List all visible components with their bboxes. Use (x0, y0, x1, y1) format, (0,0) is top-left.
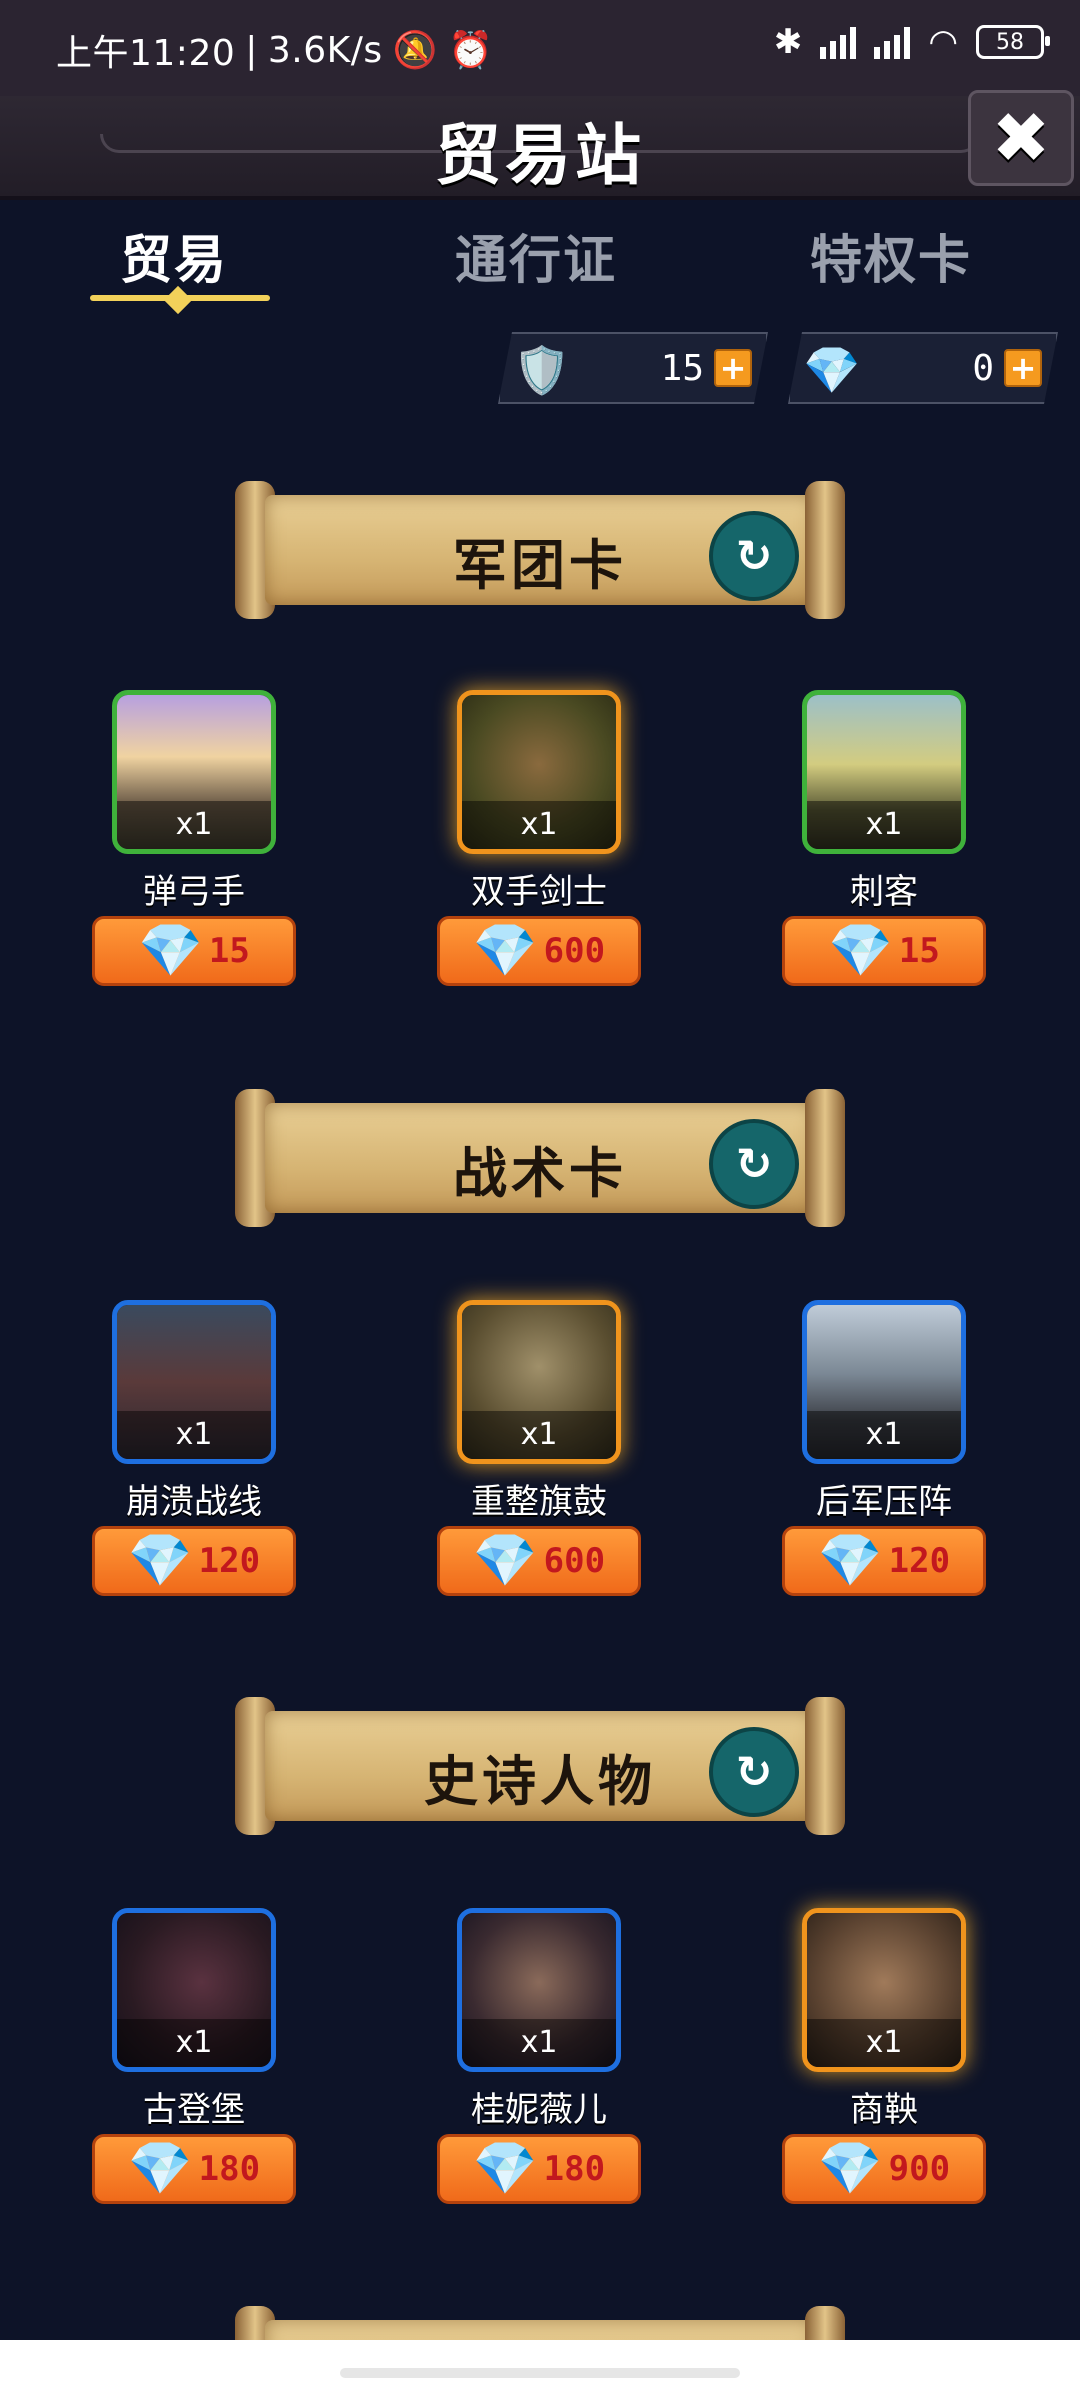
refresh-icon: ↻ (735, 1746, 773, 1798)
card-name: 双手剑士 (471, 872, 607, 912)
card-portrait: x1 (802, 1300, 966, 1464)
card-portrait: x1 (457, 1908, 621, 2072)
card-name: 刺客 (850, 872, 918, 912)
card-quantity: x1 (117, 801, 271, 849)
gem-amount: 0 (972, 347, 994, 389)
tab-privilege-card[interactable]: 特权卡 (810, 218, 972, 293)
gem-currency: 💎 0 + (788, 332, 1058, 404)
gem-icon: 💎 (828, 921, 893, 981)
gem-icon: 💎 (817, 1531, 883, 1591)
price-label: 15 (898, 931, 940, 971)
card-name: 古登堡 (143, 2090, 245, 2130)
refresh-button[interactable]: ↻ (709, 1119, 799, 1209)
gem-icon: 💎 (127, 1531, 193, 1591)
section-banner-epic-heroes: 史诗人物 ↻ (235, 1691, 845, 1841)
add-crest-button[interactable]: + (714, 349, 752, 387)
battery-icon: 58 (976, 25, 1050, 59)
gem-icon: 💎 (817, 2139, 883, 2199)
tab-bar: 贸易 通行证 特权卡 (0, 210, 1080, 320)
card-portrait: x1 (802, 690, 966, 854)
buy-button[interactable]: 💎 120 (782, 1526, 986, 1596)
card-quantity: x1 (807, 1411, 961, 1459)
refresh-icon: ↻ (735, 1138, 773, 1190)
card-name: 崩溃战线 (126, 1482, 262, 1522)
card-portrait: x1 (457, 690, 621, 854)
card-portrait: x1 (112, 1908, 276, 2072)
card-portrait: x1 (112, 1300, 276, 1464)
mute-icon: 🔕 (392, 30, 438, 71)
price-label: 600 (543, 1541, 606, 1581)
section-banner-legion: 军团卡 ↻ (235, 475, 845, 625)
gem-icon: 💎 (127, 2139, 193, 2199)
card-quantity: x1 (807, 801, 961, 849)
gem-icon: 💎 (472, 2139, 538, 2199)
card-name: 弹弓手 (143, 872, 245, 912)
price-label: 180 (543, 2149, 606, 2189)
status-speed: 3.6K/s (267, 29, 383, 71)
bluetooth-icon: ✱ (773, 22, 803, 62)
card-portrait: x1 (112, 690, 276, 854)
card-portrait: x1 (457, 1300, 621, 1464)
card-quantity: x1 (462, 2019, 616, 2067)
card-quantity: x1 (462, 801, 616, 849)
signal-icon (820, 25, 857, 59)
page-title: 贸易站 (435, 117, 645, 194)
tab-trade[interactable]: 贸易 (120, 218, 228, 293)
alarm-icon: ⏰ (447, 30, 494, 71)
buy-button[interactable]: 💎 15 (782, 916, 986, 986)
card-name: 商鞅 (850, 2090, 918, 2130)
gem-icon: 💎 (472, 921, 538, 981)
price-label: 120 (198, 1541, 261, 1581)
card-quantity: x1 (117, 2019, 271, 2067)
buy-button[interactable]: 💎 15 (92, 916, 296, 986)
tab-pass[interactable]: 通行证 (455, 218, 617, 293)
home-indicator[interactable] (340, 2368, 740, 2378)
price-label: 120 (888, 1541, 951, 1581)
header-bar: 贸易站 (0, 96, 1080, 200)
wifi-icon: ◠ (928, 22, 958, 62)
buy-button[interactable]: 💎 600 (437, 1526, 641, 1596)
refresh-button[interactable]: ↻ (709, 511, 799, 601)
gem-icon: 💎 (803, 342, 861, 397)
buy-button[interactable]: 💎 900 (782, 2134, 986, 2204)
refresh-button[interactable]: ↻ (709, 1727, 799, 1817)
crest-currency: 🛡️ 15 + (498, 332, 768, 404)
battery-level: 58 (996, 29, 1024, 55)
buy-button[interactable]: 💎 180 (437, 2134, 641, 2204)
price-label: 600 (543, 931, 606, 971)
card-quantity: x1 (117, 1411, 271, 1459)
status-bar: 上午11:20 | 3.6K/s 🔕 ⏰ ✱ ◠ 58 (0, 0, 1080, 96)
buy-button[interactable]: 💎 600 (437, 916, 641, 986)
refresh-icon: ↻ (735, 530, 773, 582)
add-gem-button[interactable]: + (1004, 349, 1042, 387)
card-name: 重整旗鼓 (471, 1482, 607, 1522)
buy-button[interactable]: 💎 180 (92, 2134, 296, 2204)
buy-button[interactable]: 💎 120 (92, 1526, 296, 1596)
status-left: 上午11:20 | 3.6K/s 🔕 ⏰ (56, 24, 493, 76)
card-portrait: x1 (802, 1908, 966, 2072)
crest-amount: 15 (660, 347, 704, 389)
card-quantity: x1 (807, 2019, 961, 2067)
status-time: 上午11:20 (56, 33, 236, 74)
price-label: 900 (888, 2149, 951, 2189)
close-icon: ✖ (991, 97, 1051, 179)
status-separator: | (245, 29, 258, 71)
gem-icon: 💎 (472, 1531, 538, 1591)
price-label: 180 (198, 2149, 261, 2189)
card-name: 桂妮薇儿 (471, 2090, 607, 2130)
card-quantity: x1 (462, 1411, 616, 1459)
gem-icon: 💎 (138, 921, 203, 981)
crest-icon: 🛡️ (513, 342, 571, 397)
close-button[interactable]: ✖ (968, 90, 1074, 186)
status-right: ✱ ◠ 58 (773, 22, 1050, 62)
price-label: 15 (208, 931, 250, 971)
card-name: 后军压阵 (816, 1482, 952, 1522)
signal-icon (874, 25, 911, 59)
section-banner-tactics: 战术卡 ↻ (235, 1083, 845, 1233)
